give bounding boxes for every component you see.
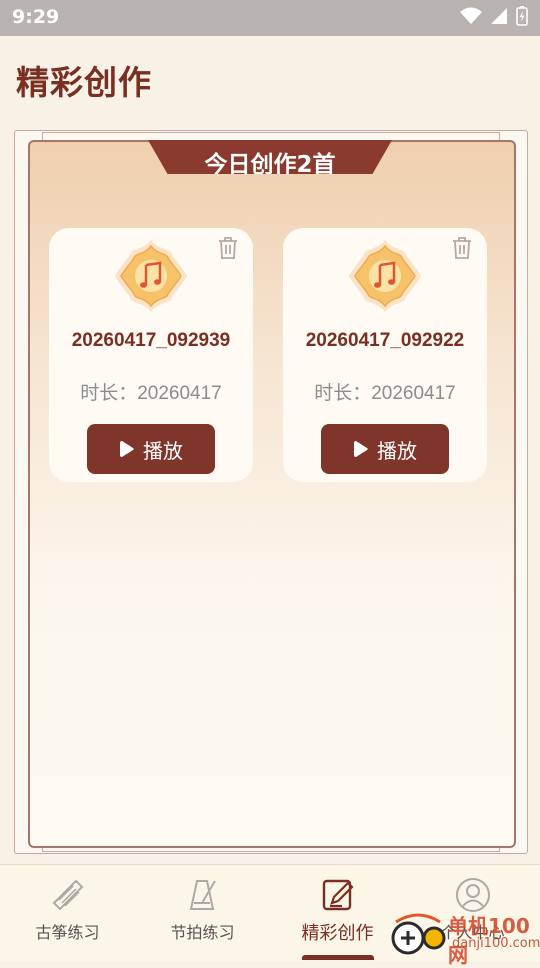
play-button-label: 播放 <box>377 438 417 463</box>
watermark-logo: 单机100网 danji100.com <box>388 908 540 967</box>
music-note-badge-icon <box>115 240 187 312</box>
signal-icon <box>491 8 507 24</box>
play-button[interactable]: 播放 <box>87 424 215 474</box>
creation-duration: 时长：20260417 <box>314 383 456 404</box>
music-note-badge-icon <box>349 240 421 312</box>
status-bar: 9:29 <box>0 0 540 36</box>
status-time: 9:29 <box>12 6 60 28</box>
zither-icon <box>52 879 83 911</box>
trash-icon[interactable] <box>217 236 239 260</box>
wifi-icon <box>460 7 482 24</box>
nav-active-indicator <box>302 955 374 960</box>
creation-card: 20260417_092939 时长：20260417 播放 <box>49 228 253 482</box>
play-icon <box>120 441 134 457</box>
play-button-label: 播放 <box>143 438 183 463</box>
play-icon <box>354 441 368 457</box>
play-button[interactable]: 播放 <box>321 424 449 474</box>
trash-icon[interactable] <box>451 236 473 260</box>
watermark-url: danji100.com <box>452 936 540 951</box>
status-icons <box>460 6 528 26</box>
nav-item-zither-practice[interactable]: 古筝练习 <box>0 865 135 961</box>
watermark-icon <box>391 913 446 955</box>
panel-ribbon-title: 今日创作2首 <box>204 152 336 174</box>
creation-title: 20260417_092922 <box>305 330 465 351</box>
nav-item-creations[interactable]: 精彩创作 <box>270 865 405 961</box>
creation-card: 20260417_092922 时长：20260417 播放 <box>283 228 487 482</box>
creation-title: 20260417_092939 <box>71 330 231 351</box>
nav-label: 精彩创作 <box>301 923 374 944</box>
creation-duration: 时长：20260417 <box>80 383 222 404</box>
metronome-icon <box>189 880 216 910</box>
nav-label: 古筝练习 <box>35 923 100 942</box>
pen-note-icon <box>322 879 354 911</box>
nav-label: 节拍练习 <box>170 923 235 942</box>
page-title: 精彩创作 <box>16 63 152 102</box>
nav-item-metronome-practice[interactable]: 节拍练习 <box>135 865 270 961</box>
battery-icon <box>516 6 528 26</box>
